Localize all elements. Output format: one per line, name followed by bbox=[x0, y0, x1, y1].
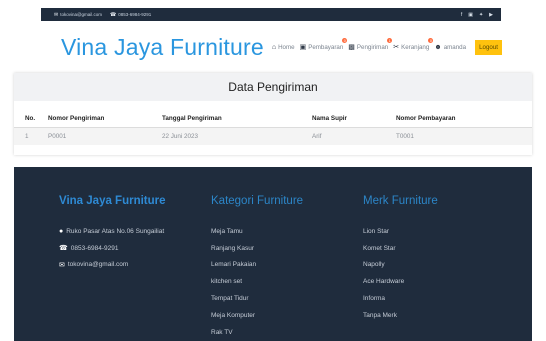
merk-link[interactable]: Ace Hardware bbox=[363, 273, 438, 290]
cart-icon: ✂ bbox=[393, 44, 400, 51]
footer-brand: Vina Jaya Furniture bbox=[59, 195, 166, 207]
pengiriman-badge: 1 bbox=[387, 38, 393, 43]
merk-link[interactable]: Informa bbox=[363, 290, 438, 307]
footer-kategori: Kategori Furniture Meja Tamu Ranjang Kas… bbox=[211, 195, 303, 341]
table-header-row: No. Nomor Pengiriman Tanggal Pengiriman … bbox=[14, 110, 532, 128]
topbar-phone-text: 0853-6984-9291 bbox=[118, 12, 152, 17]
col-nomor-pengiriman: Nomor Pengiriman bbox=[48, 110, 162, 128]
envelope-icon: ✉ bbox=[54, 11, 59, 18]
twitter-icon[interactable]: ✦ bbox=[479, 12, 483, 18]
kategori-link[interactable]: kitchen set bbox=[211, 273, 303, 290]
cell-nomor-pembayaran: T0001 bbox=[396, 127, 532, 145]
shipping-data-card: Data Pengiriman No. Nomor Pengiriman Tan… bbox=[14, 73, 532, 155]
nav-keranjang-label: Keranjang bbox=[401, 43, 430, 51]
col-nama-supir: Nama Supir bbox=[312, 110, 396, 128]
envelope-icon: ✉ bbox=[59, 261, 65, 269]
phone-icon: ☎ bbox=[59, 245, 68, 253]
nav-keranjang[interactable]: ✂ Keranjang 0 bbox=[393, 38, 434, 51]
shipping-table: No. Nomor Pengiriman Tanggal Pengiriman … bbox=[14, 110, 532, 145]
instagram-icon[interactable]: ▣ bbox=[468, 12, 473, 18]
truck-icon: ▩ bbox=[348, 44, 355, 51]
col-nomor-pembayaran: Nomor Pembayaran bbox=[396, 110, 532, 128]
footer-merk: Merk Furniture Lion Star Komet Star Napo… bbox=[363, 195, 438, 324]
nav-menu: ⌂ Home ▣ Pembayaran 0 ▩ Pengiriman 1 ✂ K… bbox=[272, 38, 503, 55]
kategori-link[interactable]: Ranjang Kasur bbox=[211, 240, 303, 257]
cell-nomor-pengiriman: P0001 bbox=[48, 127, 162, 145]
col-no: No. bbox=[14, 110, 48, 128]
kategori-link[interactable]: Meja Tamu bbox=[211, 223, 303, 240]
site-footer: Vina Jaya Furniture ● Ruko Pasar Atas No… bbox=[14, 167, 532, 341]
merk-link[interactable]: Lion Star bbox=[363, 223, 438, 240]
nav-user-label: amanda bbox=[443, 43, 467, 51]
facebook-icon[interactable]: f bbox=[461, 12, 462, 18]
footer-phone-text: 0853-6984-9291 bbox=[70, 244, 119, 252]
youtube-icon[interactable]: ▶ bbox=[489, 12, 493, 18]
kategori-link[interactable]: Lemari Pakaian bbox=[211, 257, 303, 274]
cell-nama-supir: Arif bbox=[312, 127, 396, 145]
merk-link[interactable]: Komet Star bbox=[363, 240, 438, 257]
social-links: f ▣ ✦ ▶ bbox=[461, 12, 493, 18]
nav-pengiriman-label: Pengiriman bbox=[356, 43, 389, 51]
footer-phone: ☎ 0853-6984-9291 bbox=[59, 240, 166, 257]
merk-link[interactable]: Napolly bbox=[363, 257, 438, 274]
cell-no: 1 bbox=[14, 127, 48, 145]
user-icon: ☻ bbox=[434, 43, 442, 51]
nav-user[interactable]: ☻ amanda bbox=[434, 44, 466, 51]
col-tanggal-pengiriman: Tanggal Pengiriman bbox=[162, 110, 312, 128]
topbar-email: ✉ tokovina@gmail.com bbox=[54, 12, 102, 18]
map-pin-icon: ● bbox=[59, 227, 64, 235]
merk-link[interactable]: Tanpa Merk bbox=[363, 307, 438, 324]
footer-kategori-title: Kategori Furniture bbox=[211, 195, 304, 207]
contact-info: ✉ tokovina@gmail.com ☎ 0853-6984-9291 bbox=[54, 12, 151, 18]
main-navbar: Vina Jaya Furniture ⌂ Home ▣ Pembayaran … bbox=[41, 22, 503, 72]
footer-merk-title: Merk Furniture bbox=[363, 195, 438, 207]
kategori-link[interactable]: Tempat Tidur bbox=[211, 290, 303, 307]
home-icon: ⌂ bbox=[271, 43, 277, 51]
footer-email-text: tokovina@gmail.com bbox=[67, 261, 129, 269]
cell-tanggal-pengiriman: 22 Juni 2023 bbox=[162, 127, 312, 145]
topbar-email-text: tokovina@gmail.com bbox=[60, 12, 103, 17]
footer-address-text: Ruko Pasar Atas No.06 Sungailiat bbox=[66, 227, 165, 235]
logout-button[interactable]: Logout bbox=[475, 39, 503, 55]
nav-pembayaran[interactable]: ▣ Pembayaran 0 bbox=[299, 38, 348, 51]
pembayaran-badge: 0 bbox=[342, 38, 348, 43]
money-icon: ▣ bbox=[299, 44, 307, 51]
nav-home[interactable]: ⌂ Home bbox=[272, 44, 295, 51]
footer-about: Vina Jaya Furniture ● Ruko Pasar Atas No… bbox=[59, 195, 166, 273]
nav-pembayaran-label: Pembayaran bbox=[308, 43, 344, 51]
kategori-link[interactable]: Rak TV bbox=[211, 324, 303, 341]
footer-email: ✉ tokovina@gmail.com bbox=[59, 257, 166, 274]
page-title: Data Pengiriman bbox=[14, 73, 532, 101]
phone-icon: ☎ bbox=[110, 11, 117, 18]
top-contact-bar: ✉ tokovina@gmail.com ☎ 0853-6984-9291 f … bbox=[41, 8, 501, 21]
nav-home-label: Home bbox=[278, 43, 295, 51]
kategori-link[interactable]: Meja Komputer bbox=[211, 307, 303, 324]
keranjang-badge: 0 bbox=[428, 38, 434, 43]
nav-pengiriman[interactable]: ▩ Pengiriman 1 bbox=[348, 38, 393, 51]
topbar-phone: ☎ 0853-6984-9291 bbox=[110, 12, 151, 18]
brand-logo[interactable]: Vina Jaya Furniture bbox=[61, 34, 264, 61]
table-row: 1 P0001 22 Juni 2023 Arif T0001 bbox=[14, 127, 532, 145]
footer-address: ● Ruko Pasar Atas No.06 Sungailiat bbox=[59, 223, 166, 240]
